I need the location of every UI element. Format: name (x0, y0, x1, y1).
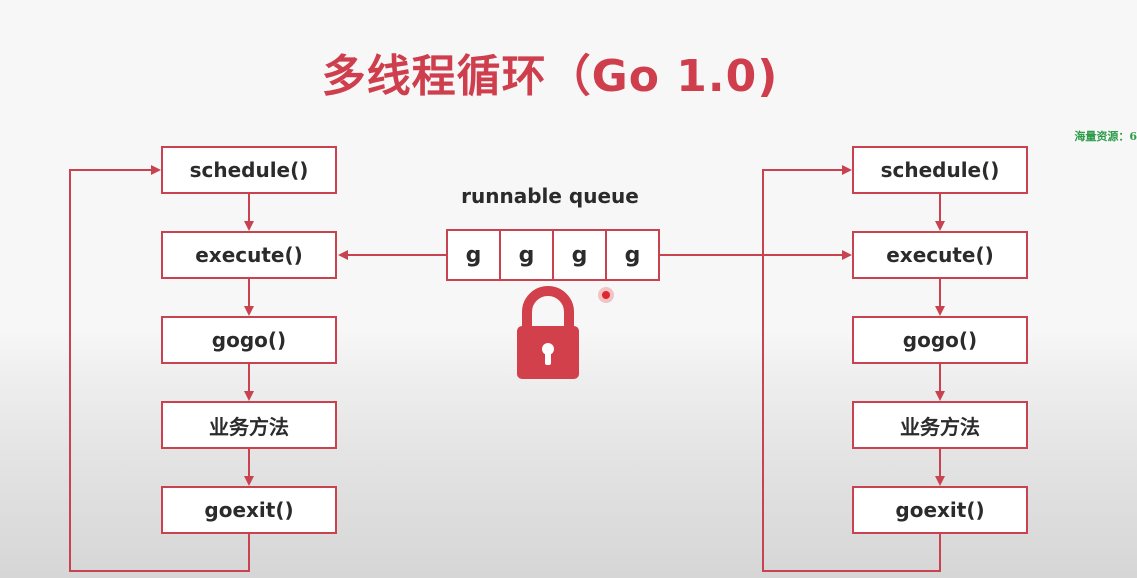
left-goexit-box: goexit() (161, 486, 337, 534)
left-execute-box: execute() (161, 231, 337, 279)
right-goexit-box: goexit() (852, 486, 1028, 534)
right-execute-box: execute() (852, 231, 1028, 279)
padlock-icon (517, 286, 579, 379)
queue-cell: g (448, 231, 501, 279)
right-business-method-box: 业务方法 (852, 401, 1028, 449)
runnable-queue: g g g g (446, 229, 660, 281)
right-gogo-box: gogo() (852, 316, 1028, 364)
laser-pointer-dot (602, 291, 610, 299)
left-business-method-box: 业务方法 (161, 401, 337, 449)
runnable-queue-label: runnable queue (461, 184, 639, 208)
right-schedule-box: schedule() (852, 146, 1028, 194)
queue-cell: g (624, 242, 641, 268)
queue-cell: g (554, 231, 607, 279)
queue-cell: g (501, 231, 554, 279)
left-schedule-box: schedule() (161, 146, 337, 194)
left-gogo-box: gogo() (161, 316, 337, 364)
